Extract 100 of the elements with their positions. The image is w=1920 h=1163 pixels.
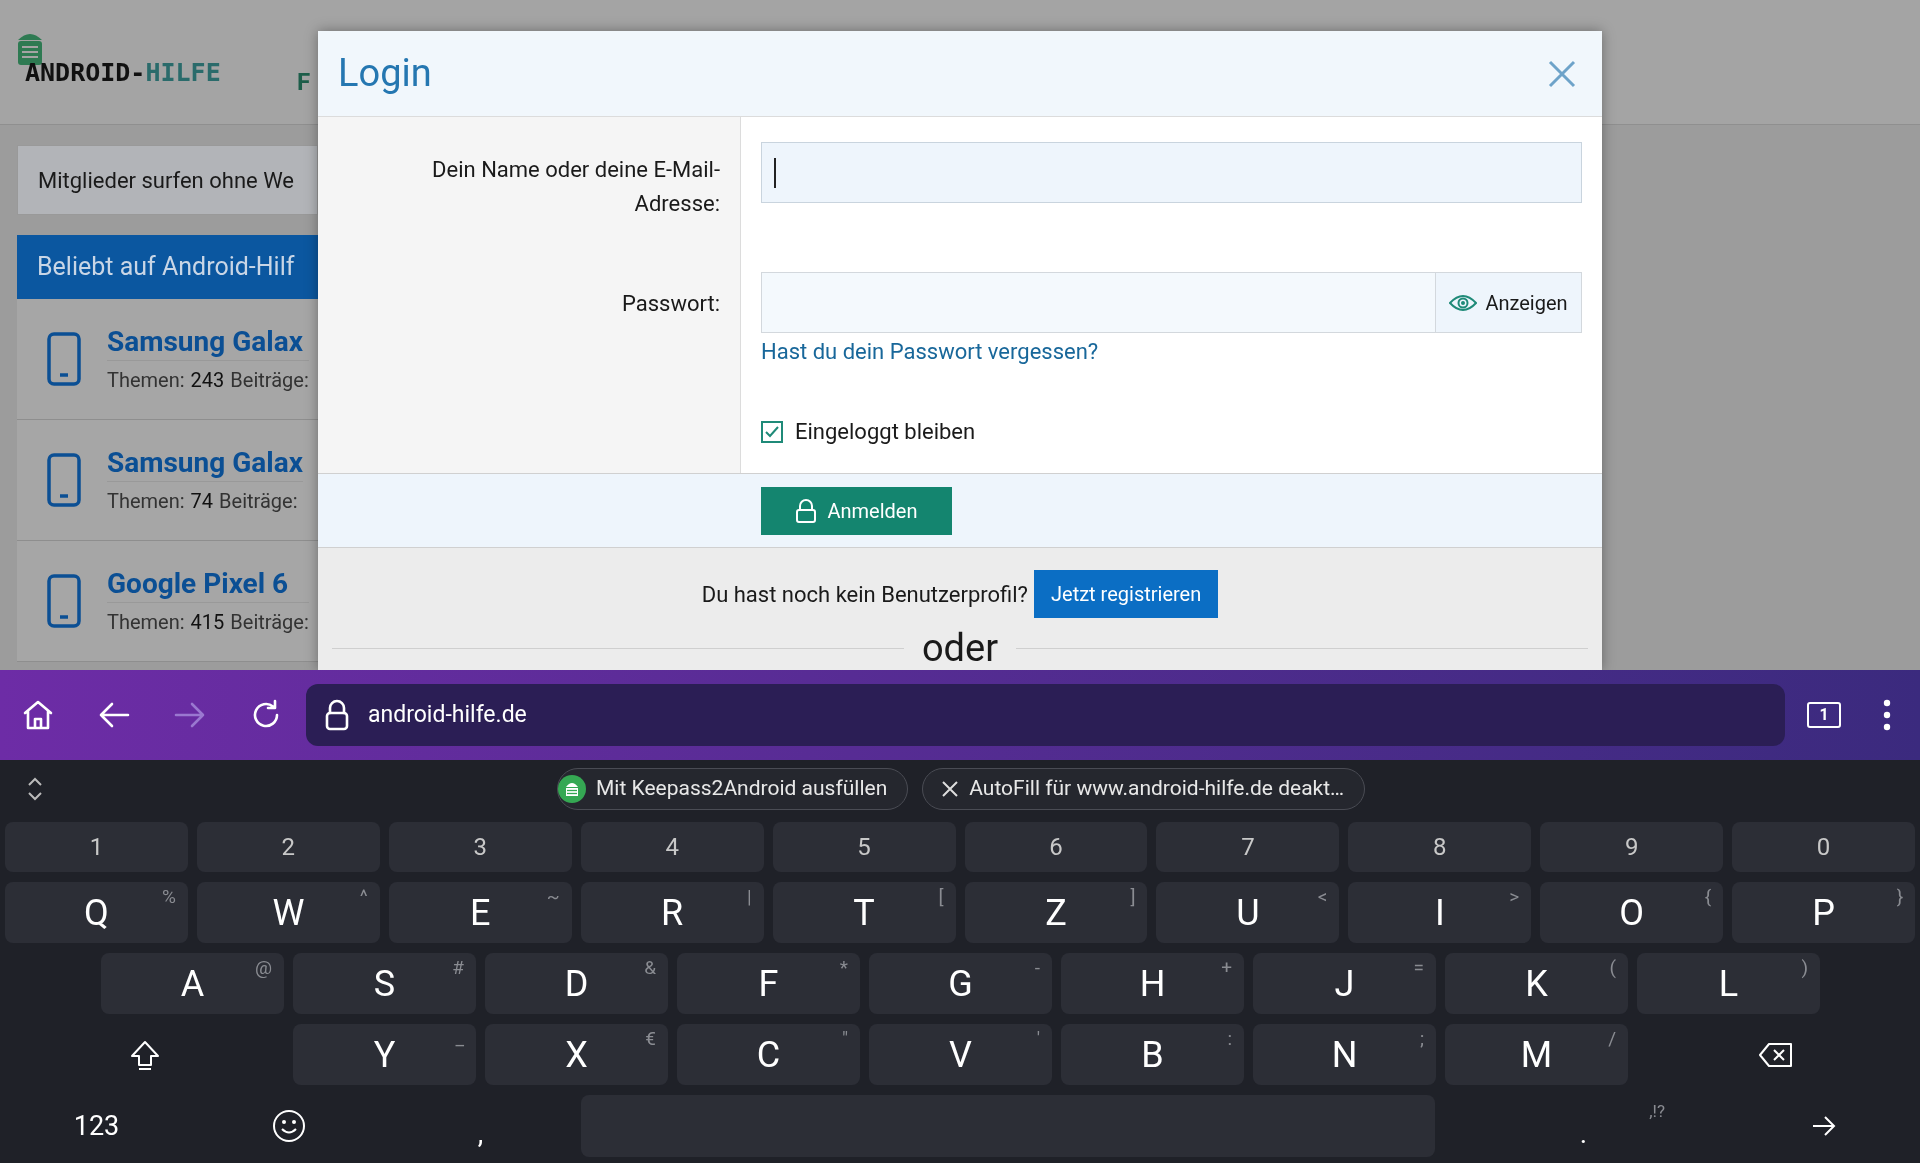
- key-hint: ': [1036, 1028, 1040, 1050]
- key-hint: >: [1509, 886, 1520, 908]
- letter-key[interactable]: M /: [1445, 1024, 1628, 1085]
- close-icon: [1548, 59, 1576, 88]
- key-hint: ,!?: [1649, 1100, 1665, 1123]
- letter-key[interactable]: D &: [485, 953, 668, 1014]
- login-button[interactable]: Anmelden: [761, 486, 952, 535]
- field-label: Passwort:: [621, 290, 720, 318]
- back-arrow-icon: [98, 701, 130, 729]
- number-key[interactable]: 0: [1732, 822, 1916, 872]
- letter-key[interactable]: R |: [580, 882, 764, 943]
- enter-key[interactable]: [1810, 1115, 1837, 1137]
- checkmark-icon: [765, 425, 779, 438]
- letter-key[interactable]: X €: [485, 1024, 668, 1085]
- remember-checkbox[interactable]: [761, 420, 783, 443]
- site-logo[interactable]: ANDROID-HILFE: [25, 60, 221, 85]
- letter-key[interactable]: Q %: [5, 882, 188, 943]
- stat-label: Beiträge:: [230, 608, 309, 636]
- letter-key[interactable]: E ~: [388, 882, 572, 943]
- autofill-chip[interactable]: AutoFill für www.android-hilfe.de deakt…: [922, 768, 1366, 810]
- key-hint: /: [1608, 1028, 1616, 1050]
- backspace-icon: [1758, 1041, 1794, 1068]
- key-hint: (: [1609, 957, 1616, 979]
- number-key[interactable]: 4: [580, 822, 764, 872]
- letter-key[interactable]: S #: [293, 953, 476, 1014]
- key-hint: =: [1413, 957, 1424, 979]
- phone-icon: [47, 453, 81, 507]
- phone-icon: [47, 574, 81, 628]
- stat-label: Beiträge:: [230, 366, 309, 394]
- key-hint: +: [1221, 957, 1232, 979]
- letter-key[interactable]: Z ]: [964, 882, 1148, 943]
- key-hint: [: [938, 886, 944, 908]
- letter-key[interactable]: F *: [677, 953, 860, 1014]
- number-key[interactable]: 9: [1540, 822, 1724, 872]
- letter-key[interactable]: U <: [1156, 882, 1340, 943]
- number-key[interactable]: 3: [388, 822, 572, 872]
- arrow-right-icon: [1810, 1115, 1837, 1137]
- key-hint: _: [455, 1028, 464, 1050]
- key-hint: }: [1896, 886, 1904, 908]
- tabs-button[interactable]: 1: [1807, 702, 1841, 728]
- autofill-chip[interactable]: Mit Keepass2Android ausfüllen: [557, 768, 909, 810]
- key-hint: -: [1034, 957, 1040, 979]
- notice-banner: Mitglieder surfen ohne We: [17, 145, 318, 215]
- register-prompt: Du hast noch kein Benutzerprofil?: [701, 580, 1028, 609]
- letter-key[interactable]: B :: [1061, 1024, 1244, 1085]
- letter-key[interactable]: N ;: [1253, 1024, 1436, 1085]
- dialog-title: Login: [338, 50, 432, 97]
- key-hint: €: [645, 1028, 656, 1050]
- stat-value: 74: [190, 487, 214, 515]
- letter-key[interactable]: K (: [1445, 953, 1628, 1014]
- key-hint: ^: [359, 886, 368, 908]
- field-label: Dein Name oder deine E-Mail-Adresse:: [431, 156, 720, 218]
- number-key[interactable]: 8: [1348, 822, 1532, 872]
- menu-icon: [1883, 699, 1891, 731]
- number-key[interactable]: 7: [1156, 822, 1340, 872]
- home-icon: [22, 699, 54, 731]
- stat-value: 415: [190, 608, 225, 636]
- letter-key[interactable]: O {: [1540, 882, 1724, 943]
- comma-key[interactable]: ,: [477, 1119, 484, 1149]
- forgot-password-link[interactable]: Hast du dein Passwort vergessen?: [761, 336, 1099, 368]
- register-button[interactable]: Jetzt registrieren: [1034, 570, 1219, 618]
- letter-key[interactable]: W ^: [196, 882, 380, 943]
- key-hint: ;: [1419, 1028, 1424, 1050]
- letter-key[interactable]: T [: [772, 882, 956, 943]
- checkbox-label: Eingeloggt bleiben: [795, 418, 976, 446]
- stat-label: Themen:: [107, 608, 185, 636]
- key-hint: %: [162, 886, 176, 908]
- shift-arrow-icon: [128, 1038, 161, 1071]
- phone-icon: [47, 332, 81, 386]
- letter-key[interactable]: Y _: [293, 1024, 476, 1085]
- key-hint: ": [841, 1028, 848, 1050]
- letter-key[interactable]: J =: [1253, 953, 1436, 1014]
- letter-key[interactable]: A @: [101, 953, 284, 1014]
- address-bar[interactable]: android-hilfe.de: [306, 684, 1785, 746]
- number-key[interactable]: 6: [964, 822, 1148, 872]
- letter-key[interactable]: V ': [869, 1024, 1052, 1085]
- letter-key[interactable]: G -: [869, 953, 1052, 1014]
- keepass-app-icon: [558, 775, 586, 803]
- key-hint: ~: [546, 886, 560, 908]
- number-key[interactable]: 5: [772, 822, 956, 872]
- period-key[interactable]: .: [1579, 1119, 1588, 1149]
- letter-key[interactable]: L ): [1637, 953, 1820, 1014]
- letter-key[interactable]: H +: [1061, 953, 1244, 1014]
- close-icon: [941, 780, 960, 798]
- stat-label: Beiträge:: [219, 487, 298, 515]
- smiley-icon: [271, 1109, 306, 1143]
- letter-key[interactable]: I >: [1348, 882, 1532, 943]
- key-hint: ]: [1130, 886, 1136, 908]
- number-key[interactable]: 1: [5, 822, 188, 872]
- stat-label: Themen:: [107, 487, 185, 515]
- stat-label: Themen:: [107, 366, 185, 394]
- emoji-key[interactable]: [271, 1109, 306, 1143]
- symbols-key[interactable]: 123: [73, 1105, 120, 1147]
- expand-collapse-icon: [26, 776, 44, 802]
- number-key[interactable]: 2: [196, 822, 380, 872]
- letter-key[interactable]: C ": [677, 1024, 860, 1085]
- key-hint: :: [1227, 1028, 1232, 1050]
- key-hint: ): [1801, 957, 1808, 979]
- name-input-field[interactable]: [761, 142, 1582, 203]
- letter-key[interactable]: P }: [1732, 882, 1916, 943]
